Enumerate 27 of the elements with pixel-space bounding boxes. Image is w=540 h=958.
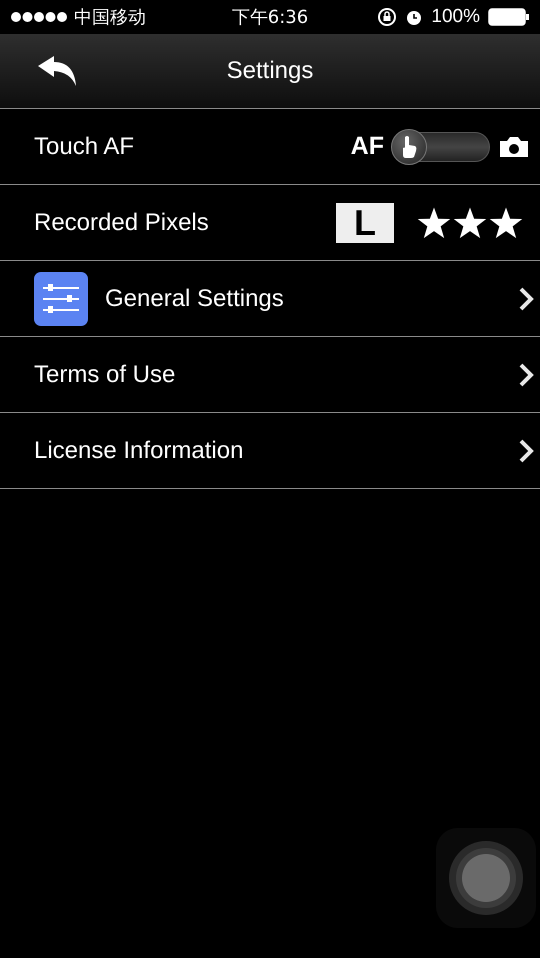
- rotation-lock-icon: [377, 7, 398, 27]
- signal-icon: [10, 11, 68, 23]
- row-label: General Settings: [105, 284, 284, 314]
- menu-row[interactable]: General Settings: [0, 261, 540, 337]
- row-label: Terms of Use: [34, 360, 176, 390]
- status-time: 下午6:36: [232, 6, 308, 30]
- assistive-touch-button[interactable]: [436, 828, 536, 928]
- camera-icon: [498, 134, 530, 158]
- star-icon: [488, 206, 524, 240]
- chevron-right-icon: [518, 362, 534, 388]
- row-label: License Information: [34, 436, 244, 466]
- carrier-name: 中国移动: [74, 6, 146, 30]
- menu-row[interactable]: Terms of Use: [0, 337, 540, 413]
- nav-title: Settings: [226, 56, 314, 86]
- finger-icon: [400, 134, 418, 158]
- af-label: AF: [350, 130, 384, 162]
- battery-percent: 100%: [431, 4, 480, 29]
- row-label: Touch AF: [34, 132, 134, 162]
- star-icon: [416, 206, 452, 240]
- chevron-right-icon: [518, 438, 534, 464]
- alarm-icon: [405, 8, 424, 26]
- menu-row[interactable]: License Information: [0, 413, 540, 489]
- row-label: Recorded Pixels: [34, 208, 209, 238]
- chevron-right-icon: [518, 286, 534, 312]
- size-badge: L: [336, 202, 394, 242]
- battery-icon: [488, 8, 530, 26]
- star-icon: [452, 206, 488, 240]
